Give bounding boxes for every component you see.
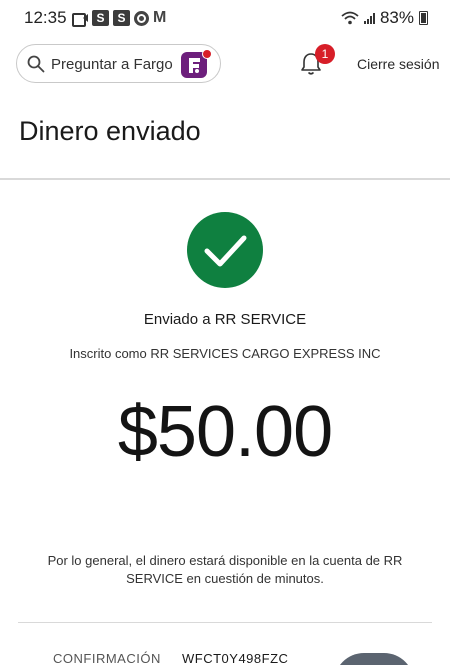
status-time: 12:35 [24,8,67,27]
divider [18,622,432,623]
search-input[interactable]: Preguntar a Fargo [51,56,173,73]
recipient-line: Enviado a RR SERVICE [143,311,307,328]
ask-fargo-search[interactable]: Preguntar a Fargo [16,44,221,83]
status-bar: 12:35 S S M 83% [0,0,450,34]
notification-badge: 1 [315,44,335,64]
status-system-icons: 83% [341,8,428,28]
s-app-icon: S [92,10,109,26]
confirmation-label: CONFIRMACIÓN [53,651,161,665]
floating-image [334,653,414,665]
chrome-icon [134,10,149,26]
logout-button[interactable]: Cierre sesión [357,56,439,72]
signal-icon [363,12,375,24]
fargo-alert-dot [202,49,212,59]
battery-percent: 83% [379,8,414,27]
enrolled-name: Inscrito como RR SERVICES CARGO EXPRESS … [69,346,381,361]
divider [0,178,450,180]
gmail-icon: M [153,9,167,26]
amount-sent: $50.00 [117,392,333,472]
search-icon [27,55,45,73]
video-icon [72,12,88,27]
s-app-icon: S [113,10,130,26]
page-title: Dinero enviado [19,116,201,146]
success-check-icon [187,212,263,288]
wifi-icon [341,11,359,25]
battery-icon [419,11,428,25]
status-notification-icons: S S M [72,9,167,27]
availability-note: Por lo general, el dinero estará disponi… [47,553,403,586]
confirmation-code: WFCT0Y498FZC [182,651,289,665]
